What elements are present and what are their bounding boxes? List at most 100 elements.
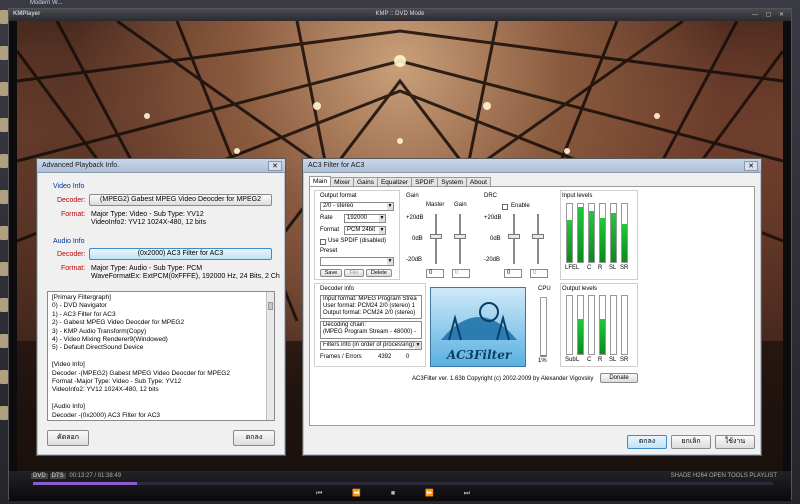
desktop-icon[interactable] — [0, 406, 8, 420]
level-meter-fill — [622, 224, 627, 262]
filters-info-value: Filters info (in order of processing): — [323, 342, 416, 348]
filtergraph-line: 3) - KMP Audio Transform(Copy) — [52, 327, 147, 335]
level-channel-label: SL — [609, 357, 617, 363]
desktop-icon[interactable] — [0, 82, 8, 96]
scrollbar[interactable] — [266, 292, 274, 420]
copy-button[interactable]: คัดลอก — [47, 430, 89, 446]
gain-db-minus: -20dB — [406, 257, 423, 263]
filtergraph-textarea[interactable]: [Primary Filtergraph] 0) - DVD Navigator 1… — [47, 291, 275, 421]
desktop-icon[interactable] — [0, 154, 8, 168]
file-button[interactable]: File — [344, 269, 364, 277]
drc-value2[interactable]: 0 — [530, 269, 548, 278]
transport-controls[interactable]: ⏮ ⏪ ■ ⏩ ⏭ — [9, 489, 791, 498]
errors-value: 0 — [406, 354, 410, 360]
filtergraph-line: Decoder -(0x2000) AC3 Filter for AC3 — [52, 411, 161, 419]
desktop-icon[interactable] — [0, 46, 8, 60]
chevron-down-icon: ▼ — [379, 227, 385, 234]
chevron-down-icon: ▼ — [387, 258, 393, 265]
level-channel-label: SL — [609, 265, 617, 271]
filtergraph-line: Format -Major Type: Audio - Sub Type: PC… — [52, 420, 270, 421]
version-text: AC3Filter ver. 1.63b Copyright (c) 2002-… — [412, 376, 594, 382]
level-meter-fill — [578, 319, 583, 354]
drc-value1[interactable]: 0 — [504, 269, 522, 278]
audio-format-label: Format: — [61, 265, 86, 272]
filtergraph-line: Decoder -(MPEG2) Gabest MPEG Video Deocd… — [52, 369, 230, 377]
spdif-checkbox[interactable] — [320, 239, 326, 245]
level-channel-label: SR — [620, 265, 629, 271]
cpu-meter — [540, 297, 547, 357]
gain-slider[interactable] — [454, 234, 466, 239]
rate-select[interactable]: 192000 ▼ — [344, 214, 386, 223]
close-icon[interactable]: ✕ — [268, 161, 282, 171]
drc-slider1[interactable] — [508, 234, 520, 239]
dialog-titlebar[interactable]: Advanced Playback Info. ✕ — [37, 159, 285, 173]
video-info-label: Video Info — [53, 183, 85, 190]
decoding-chain-text[interactable]: Decoding chain: (MPEG Program Stream - 4… — [320, 321, 422, 339]
decoder-info-line: Input format: MPEG Program Strea — [323, 296, 417, 302]
decoder-info-text[interactable]: Input format: MPEG Program Strea User fo… — [320, 295, 422, 319]
master-value[interactable]: 0 — [426, 269, 444, 278]
seek-bar[interactable] — [33, 482, 773, 485]
video-format-line2: VideoInfo2: YV12 1024X-480, 12 bits — [91, 219, 206, 226]
input-levels-label: Input levels — [562, 193, 593, 199]
output-format-value: 2/0 - stereo — [323, 203, 354, 209]
cancel-button[interactable]: ยกเลิก — [671, 435, 711, 449]
desktop-icon[interactable] — [0, 262, 8, 276]
gain-db-zero: 0dB — [412, 236, 423, 242]
close-icon[interactable]: ✕ — [744, 161, 758, 171]
desktop-icon[interactable] — [0, 298, 8, 312]
filters-info-select[interactable]: Filters info (in order of processing): ▼ — [320, 341, 422, 350]
donate-button[interactable]: Donate — [600, 373, 638, 383]
tab-main[interactable]: Main — [309, 176, 332, 186]
level-meter-fill — [611, 213, 616, 262]
dialog-titlebar[interactable]: AC3 Filter for AC3 ✕ — [303, 159, 761, 173]
filtergraph-line: [Video Info] — [52, 361, 85, 369]
preset-label: Preset — [320, 248, 338, 254]
drc-slider2-track[interactable] — [537, 214, 539, 264]
window-buttons[interactable]: — ▢ ✕ — [752, 11, 787, 18]
gain-slider-track[interactable] — [459, 214, 461, 264]
desktop-icon[interactable] — [0, 334, 8, 348]
level-meter-fill — [600, 218, 605, 262]
video-decoder-button[interactable]: (MPEG2) Gabest MPEG Video Deocder for MP… — [89, 194, 272, 206]
drc-slider1-track[interactable] — [513, 214, 515, 264]
chevron-down-icon: ▼ — [415, 342, 421, 349]
preset-combo[interactable]: ▼ — [320, 257, 394, 266]
level-channel-label: LFE — [565, 265, 577, 271]
video-format-line1: Major Type: Video - Sub Type: YV12 — [91, 211, 204, 218]
video-decoder-label: Decoder: — [57, 197, 86, 204]
ok-button[interactable]: ตกลง — [233, 430, 275, 446]
save-preset-button[interactable]: Save — [320, 269, 342, 277]
level-meter-c — [588, 295, 595, 355]
desktop-icon[interactable] — [0, 10, 8, 24]
chevron-down-icon: ▼ — [379, 215, 385, 222]
kmp-titlebar[interactable]: KMPlayer KMP :: DVD Mode — ▢ ✕ — [9, 9, 791, 21]
dialog-title: Advanced Playback Info. — [42, 162, 120, 169]
cpu-value: 1% — [538, 358, 547, 364]
advanced-playback-info-dialog: Advanced Playback Info. ✕ Video Info Dec… — [36, 158, 286, 456]
scrollbar-thumb[interactable] — [268, 302, 273, 310]
ok-button[interactable]: ตกลง — [627, 435, 667, 449]
logo-text: AC3Filter — [446, 348, 512, 362]
level-channel-label: L — [576, 265, 580, 271]
filtergraph-line: 5) - Default DirectSound Device — [52, 344, 144, 352]
gain-group-label: Gain — [406, 193, 419, 199]
filtergraph-line: Format -Major Type: Video - Sub Type: YV… — [52, 378, 182, 386]
level-meter-sr — [621, 203, 628, 263]
drc-slider2[interactable] — [532, 234, 544, 239]
format-select[interactable]: PCM 24bit ▼ — [344, 226, 386, 235]
kmp-right-controls[interactable]: SHADE H264 OPEN TOOLS PLAYLIST — [671, 473, 777, 479]
master-slider-track[interactable] — [435, 214, 437, 264]
master-slider[interactable] — [430, 234, 442, 239]
desktop-icon[interactable] — [0, 118, 8, 132]
apply-button[interactable]: ใช้งาน — [715, 435, 755, 449]
level-meter-sr — [621, 295, 628, 355]
desktop-icon[interactable] — [0, 370, 8, 384]
desktop-icon[interactable] — [0, 226, 8, 240]
delete-preset-button[interactable]: Delete — [366, 269, 392, 277]
audio-decoder-button[interactable]: (0x2000) AC3 Filter for AC3 — [89, 248, 272, 260]
gain-value[interactable]: 0 — [452, 269, 470, 278]
desktop-icon[interactable] — [0, 190, 8, 204]
output-format-select[interactable]: 2/0 - stereo ▼ — [320, 202, 394, 211]
drc-enable-checkbox[interactable] — [502, 204, 508, 210]
